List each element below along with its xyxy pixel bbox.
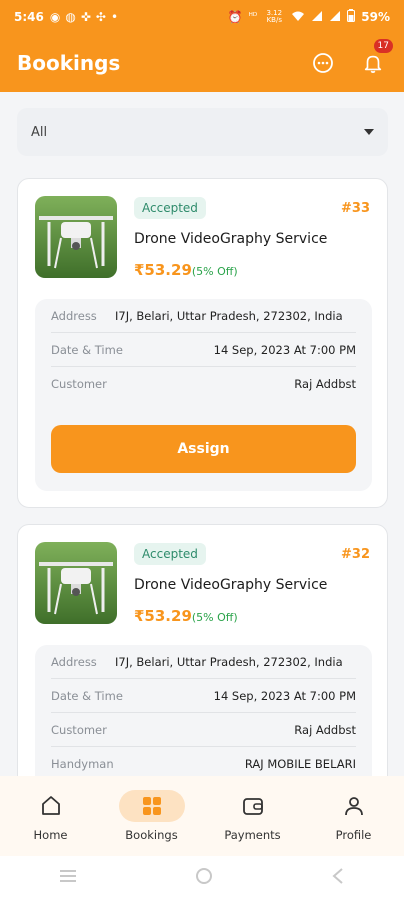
booking-id: #33 <box>341 201 370 216</box>
detail-row-address: Address I7J, Belari, Uttar Pradesh, 2723… <box>51 645 356 679</box>
recents-icon[interactable] <box>58 868 78 888</box>
status-time: 5:46 <box>14 10 44 24</box>
status-badge: Accepted <box>134 197 206 219</box>
profile-icon <box>344 797 363 816</box>
signal-icon <box>311 10 323 25</box>
booking-details: Address I7J, Belari, Uttar Pradesh, 2723… <box>35 299 372 491</box>
detail-value: I7J, Belari, Uttar Pradesh, 272302, Indi… <box>115 308 343 323</box>
status-bar: 5:46 ◉ ◍ ✜ ✣ • ⏰ ᴴᴰ 3.12 KB/s 59% <box>0 0 404 34</box>
nav-label: Payments <box>224 828 281 842</box>
page-title: Bookings <box>17 51 121 75</box>
nav-profile[interactable]: Profile <box>303 776 404 856</box>
discount-label: (5% Off) <box>191 611 238 624</box>
discount-label: (5% Off) <box>191 265 238 278</box>
booking-card[interactable]: Accepted #33 Drone VideoGraphy Service ₹… <box>17 178 388 508</box>
bell-icon <box>364 55 382 73</box>
status-badge: Accepted <box>134 543 206 565</box>
detail-value: I7J, Belari, Uttar Pradesh, 272302, Indi… <box>115 654 343 669</box>
battery-percent: 59% <box>361 10 390 24</box>
dropdown-arrow-icon <box>364 129 374 135</box>
detail-row-customer: Customer Raj Addbst <box>51 367 356 401</box>
home-icon <box>41 796 60 815</box>
detail-value: 14 Sep, 2023 At 7:00 PM <box>213 342 356 357</box>
detail-value: Raj Addbst <box>294 722 356 737</box>
status-filter-dropdown[interactable]: All <box>17 108 388 156</box>
bookings-icon <box>142 797 161 815</box>
app-bar: Bookings 17 <box>0 34 404 92</box>
detail-value: RAJ MOBILE BELARI <box>244 757 356 771</box>
signal-hd-icon: ᴴᴰ <box>248 12 258 22</box>
service-price: ₹53.29(5% Off) <box>134 261 238 279</box>
notification-badge: 17 <box>373 39 393 53</box>
detail-row-address: Address I7J, Belari, Uttar Pradesh, 2723… <box>51 299 356 333</box>
wallet-icon <box>242 798 263 815</box>
wifi-icon <box>291 10 305 25</box>
detail-row-date-time: Date & Time 14 Sep, 2023 At 7:00 PM <box>51 679 356 713</box>
nav-label: Home <box>33 828 68 842</box>
nav-label: Bookings <box>125 828 178 842</box>
battery-icon <box>347 9 356 25</box>
status-notification-icons: ◉ ◍ ✜ ✣ • <box>50 10 118 24</box>
detail-label: Date & Time <box>51 688 123 703</box>
price-amount: ₹53.29 <box>134 261 192 279</box>
detail-label: Address <box>51 308 97 323</box>
bottom-navigation: Home Bookings Payments Profile <box>0 776 404 856</box>
home-circle-icon[interactable] <box>194 866 214 890</box>
nav-label: Profile <box>335 828 372 842</box>
alarm-icon: ⏰ <box>227 10 243 24</box>
signal-icon <box>329 10 341 25</box>
app-icon: ✜ <box>80 10 91 24</box>
nav-home[interactable]: Home <box>0 776 101 856</box>
detail-row-customer: Customer Raj Addbst <box>51 713 356 747</box>
assign-button[interactable]: Assign <box>51 425 356 473</box>
network-speed: 3.12 KB/s <box>266 9 283 24</box>
detail-label: Customer <box>51 377 107 391</box>
detail-row-date-time: Date & Time 14 Sep, 2023 At 7:00 PM <box>51 333 356 367</box>
booking-id: #32 <box>341 547 370 562</box>
filter-selected-value: All <box>31 124 48 140</box>
price-amount: ₹53.29 <box>134 607 192 625</box>
detail-value: 14 Sep, 2023 At 7:00 PM <box>213 688 356 703</box>
detail-label: Date & Time <box>51 342 123 357</box>
back-icon[interactable] <box>330 867 346 889</box>
service-name: Drone VideoGraphy Service <box>134 231 328 247</box>
detail-label: Handyman <box>51 757 114 771</box>
notifications-button[interactable]: 17 <box>359 39 393 77</box>
chat-icon <box>313 53 333 73</box>
detail-label: Customer <box>51 722 107 737</box>
service-image <box>35 196 117 278</box>
service-image <box>35 542 117 624</box>
chat-icon: ◍ <box>65 10 76 24</box>
chat-button[interactable] <box>309 49 337 77</box>
whatsapp-icon: ◉ <box>49 10 61 24</box>
system-navigation-bar <box>0 856 404 900</box>
dot-icon: • <box>110 10 119 24</box>
detail-value: Raj Addbst <box>294 377 356 391</box>
nav-payments[interactable]: Payments <box>202 776 303 856</box>
nav-bookings[interactable]: Bookings <box>101 776 202 856</box>
service-price: ₹53.29(5% Off) <box>134 607 238 625</box>
service-name: Drone VideoGraphy Service <box>134 577 328 593</box>
detail-label: Address <box>51 654 97 669</box>
app-icon: ✣ <box>95 10 106 24</box>
